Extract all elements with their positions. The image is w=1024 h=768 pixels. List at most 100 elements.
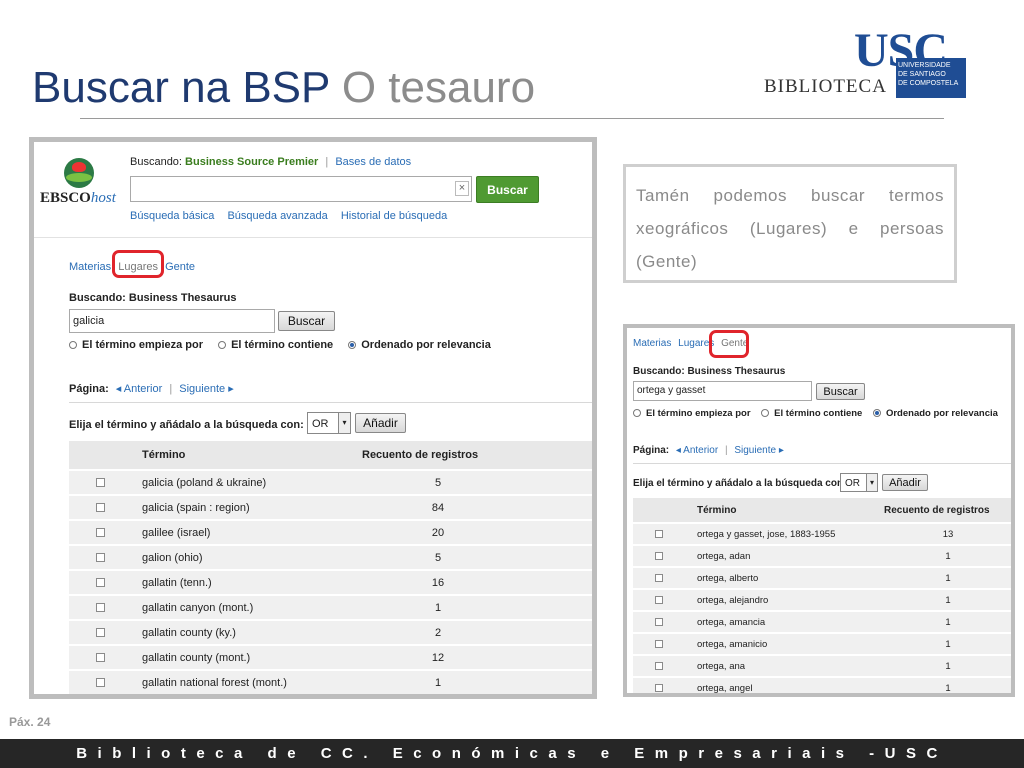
radio-starts-with[interactable]: El término empieza por xyxy=(633,408,751,419)
row-term[interactable]: ortega, ana xyxy=(697,661,745,672)
row-count: 5 xyxy=(434,477,442,489)
previous-page-link[interactable]: ◂ Anterior xyxy=(116,383,163,395)
tab-materias[interactable]: Materias xyxy=(69,261,111,273)
row-term[interactable]: ortega, alejandro xyxy=(697,595,768,606)
advanced-search-link[interactable]: Búsqueda avanzada xyxy=(227,210,327,222)
thesaurus-search-input[interactable]: ortega y gasset xyxy=(633,381,812,401)
basic-search-link[interactable]: Búsqueda básica xyxy=(130,210,214,222)
slide-title: Buscar na BSP O tesauro xyxy=(32,62,535,114)
table-row: galion (ohio) 5 xyxy=(69,546,592,570)
chevron-down-icon: ▾ xyxy=(338,413,350,433)
row-checkbox[interactable] xyxy=(655,684,663,692)
table-row: gallatin canyon (mont.) 1 xyxy=(69,596,592,620)
main-search-button[interactable]: Buscar xyxy=(476,176,539,203)
radio-contains[interactable]: El término contiene xyxy=(218,339,333,351)
row-term[interactable]: ortega, amanicio xyxy=(697,639,767,650)
row-term[interactable]: gallatin (tenn.) xyxy=(142,577,212,589)
table-row: gallatin (tenn.) 16 xyxy=(69,571,592,595)
ebsco-header: EBSCOhost Buscando: Business Source Prem… xyxy=(34,142,592,238)
radio-button[interactable] xyxy=(633,409,641,417)
operator-select[interactable]: OR ▾ xyxy=(840,473,878,492)
radio-button[interactable] xyxy=(218,341,227,349)
add-term-button[interactable]: Añadir xyxy=(882,474,928,491)
databases-link[interactable]: Bases de datos xyxy=(335,156,411,168)
column-header-term: Término xyxy=(697,505,737,516)
row-checkbox[interactable] xyxy=(96,578,105,587)
row-checkbox[interactable] xyxy=(655,552,663,560)
main-search-input[interactable]: × xyxy=(130,176,472,202)
radio-relevance[interactable]: Ordenado por relevancia xyxy=(348,339,491,351)
row-term[interactable]: ortega, amancia xyxy=(697,617,765,628)
thesaurus-search-input[interactable]: galicia xyxy=(69,309,275,333)
row-count: 1 xyxy=(434,677,442,689)
row-term[interactable]: ortega, adan xyxy=(697,551,750,562)
callout-box: Tamén podemos buscar termos xeográficos … xyxy=(623,164,957,283)
row-checkbox[interactable] xyxy=(655,530,663,538)
row-count: 1 xyxy=(945,661,951,672)
row-checkbox[interactable] xyxy=(96,478,105,487)
radio-button[interactable] xyxy=(69,341,77,349)
row-term[interactable]: gallatin county (mont.) xyxy=(142,652,250,664)
row-term[interactable]: galicia (spain : region) xyxy=(142,502,250,514)
search-history-link[interactable]: Historial de búsqueda xyxy=(341,210,447,222)
second-screenshot-panel: Materias Lugares Gente Buscando: Busines… xyxy=(623,324,1015,697)
row-checkbox[interactable] xyxy=(96,503,105,512)
row-count: 16 xyxy=(431,577,445,589)
usc-logo-biblioteca: BIBLIOTECA xyxy=(764,76,887,97)
ebscohost-logo[interactable]: EBSCOhost xyxy=(40,158,120,218)
row-checkbox[interactable] xyxy=(655,640,663,648)
radio-button-selected[interactable] xyxy=(348,341,357,349)
next-page-link[interactable]: Siguiente ▸ xyxy=(734,445,784,456)
table-row: ortega, alberto 1 xyxy=(633,568,1011,589)
search-mode-links: Búsqueda básica Búsqueda avanzada Histor… xyxy=(130,210,457,222)
table-row: galicia (poland & ukraine) 5 xyxy=(69,471,592,495)
row-checkbox[interactable] xyxy=(655,574,663,582)
pagination: Página: ◂ Anterior | Siguiente ▸ xyxy=(69,382,234,395)
page-label: Página: xyxy=(69,383,109,395)
radio-starts-with[interactable]: El término empieza por xyxy=(69,339,203,351)
row-term[interactable]: galion (ohio) xyxy=(142,552,203,564)
row-term[interactable]: ortega, angel xyxy=(697,683,752,693)
tab-gente[interactable]: Gente xyxy=(165,261,195,273)
row-term[interactable]: gallatin canyon (mont.) xyxy=(142,602,253,614)
radio-label: El término contiene xyxy=(774,408,863,419)
title-divider xyxy=(80,118,944,119)
add-term-label: Elija el término y añádalo a la búsqueda… xyxy=(69,419,304,431)
add-term-button[interactable]: Añadir xyxy=(355,413,406,433)
row-term[interactable]: gallatin national forest (mont.) xyxy=(142,677,287,689)
row-checkbox[interactable] xyxy=(96,553,105,562)
row-term[interactable]: ortega y gasset, jose, 1883-1955 xyxy=(697,529,835,540)
row-count: 84 xyxy=(431,502,445,514)
previous-page-link[interactable]: ◂ Anterior xyxy=(676,445,718,456)
tab-materias[interactable]: Materias xyxy=(633,338,671,349)
column-header-count: Recuento de registros xyxy=(362,449,479,461)
operator-select[interactable]: OR ▾ xyxy=(307,412,351,434)
divider xyxy=(69,402,592,403)
row-term[interactable]: gallatin county (ky.) xyxy=(142,627,236,639)
table-row: ortega, angel 1 xyxy=(633,678,1011,693)
thesaurus-search-button[interactable]: Buscar xyxy=(816,383,865,400)
row-checkbox[interactable] xyxy=(655,618,663,626)
row-term[interactable]: galilee (israel) xyxy=(142,527,210,539)
radio-button[interactable] xyxy=(761,409,770,417)
row-checkbox[interactable] xyxy=(655,662,663,670)
thesaurus-search-button[interactable]: Buscar xyxy=(278,311,335,331)
footer-bar: Biblioteca de CC. Económicas e Empresari… xyxy=(0,739,1024,768)
row-term[interactable]: galicia (poland & ukraine) xyxy=(142,477,266,489)
page-number: Páx. 24 xyxy=(9,715,50,729)
next-page-link[interactable]: Siguiente ▸ xyxy=(179,383,233,395)
row-count: 12 xyxy=(431,652,445,664)
row-checkbox[interactable] xyxy=(96,628,105,637)
radio-button-selected[interactable] xyxy=(872,409,881,417)
row-checkbox[interactable] xyxy=(96,653,105,662)
row-checkbox[interactable] xyxy=(96,528,105,537)
clear-search-icon[interactable]: × xyxy=(455,181,469,196)
row-count: 1 xyxy=(945,639,951,650)
radio-relevance[interactable]: Ordenado por relevancia xyxy=(872,408,998,419)
radio-contains[interactable]: El término contiene xyxy=(761,408,862,419)
row-checkbox[interactable] xyxy=(96,678,105,687)
row-checkbox[interactable] xyxy=(96,603,105,612)
table-row: gallatin national forest (mont.) 1 xyxy=(69,671,592,694)
row-term[interactable]: ortega, alberto xyxy=(697,573,758,584)
row-checkbox[interactable] xyxy=(655,596,663,604)
